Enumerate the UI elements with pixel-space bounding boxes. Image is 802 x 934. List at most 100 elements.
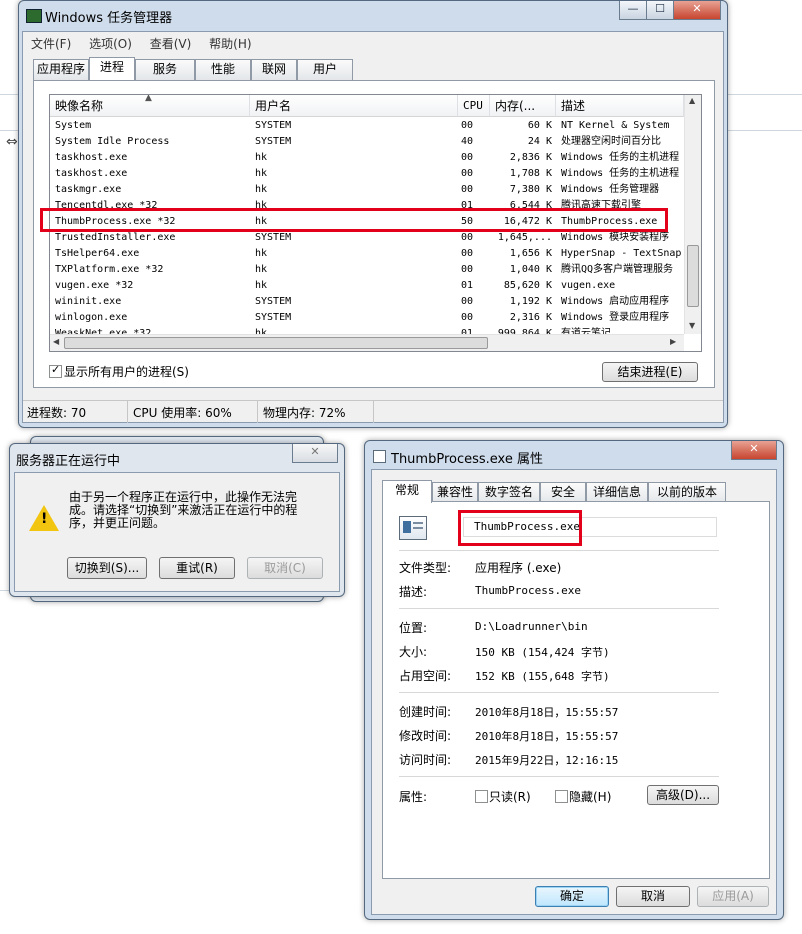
minimize-button[interactable]: — [619, 1, 647, 20]
process-name-cell: TrustedInstaller.exe [55, 232, 176, 243]
scroll-up-icon[interactable]: ▲ [689, 96, 695, 105]
retry-button[interactable]: 重试(R) [159, 557, 235, 579]
process-desc-cell: Windows 任务的主机进程 [561, 168, 680, 179]
switch-to-button[interactable]: 切换到(S)... [67, 557, 147, 579]
process-user-cell: hk [255, 280, 268, 291]
table-row[interactable]: vugen.exe *32 hk 01 85,620 K vugen.exe [50, 278, 684, 294]
scroll-thumb[interactable] [687, 245, 699, 307]
col-image-name[interactable]: 映像名称 ▲ [50, 95, 250, 117]
process-desc-cell: HyperSnap - TextSnap [561, 248, 682, 259]
process-cpu-cell: 01 [461, 280, 474, 291]
show-all-checkbox[interactable]: ✓ [49, 363, 62, 378]
tab-performance[interactable]: 性能 [195, 59, 251, 80]
separator [399, 776, 719, 777]
tab-security[interactable]: 安全 [540, 482, 586, 503]
table-row[interactable]: WeaskNet.exe *32 hk 01 999,864 K 有道云笔记 [50, 326, 684, 334]
process-cpu-cell: 01 [461, 328, 474, 334]
tab-users[interactable]: 用户 [297, 59, 353, 80]
resize-cursor-icon: ⇔ [6, 134, 18, 150]
hidden-checkbox[interactable] [555, 790, 568, 803]
process-desc-cell: vugen.exe [561, 280, 616, 291]
scroll-down-icon[interactable]: ▼ [689, 321, 695, 330]
menu-help[interactable]: 帮助(H) [209, 37, 251, 51]
status-bar: 进程数: 70 CPU 使用率: 60% 物理内存: 72% [23, 400, 723, 423]
table-row[interactable]: taskhost.exe hk 00 1,708 K Windows 任务的主机进程 [50, 166, 684, 182]
disk-size-label: 占用空间: [399, 669, 452, 683]
process-desc-cell: Windows 登录应用程序 [561, 312, 670, 323]
table-row[interactable]: wininit.exe SYSTEM 00 1,192 K Windows 启动应用程序 [50, 294, 684, 310]
menu-options[interactable]: 选项(O) [89, 37, 132, 51]
horizontal-scrollbar[interactable]: ◀ ▶ [50, 334, 684, 351]
process-user-cell: SYSTEM [255, 232, 292, 243]
server-busy-close-button[interactable]: ✕ [292, 444, 338, 463]
process-name-cell: taskhost.exe [55, 168, 128, 179]
end-process-button[interactable]: 结束进程(E) [602, 362, 698, 382]
processes-panel: 映像名称 ▲ 用户名 CPU 内存(... 描述 System SYSTEM 00 6… [33, 80, 715, 388]
properties-close-button[interactable]: ✕ [731, 441, 777, 460]
table-row[interactable]: TXPlatform.exe *32 hk 00 1,040 K 腾讯QQ多客户端管理服… [50, 262, 684, 278]
process-name-cell: winlogon.exe [55, 312, 128, 323]
process-cpu-cell: 00 [461, 296, 474, 307]
col-description[interactable]: 描述 [556, 95, 684, 117]
table-row[interactable]: TsHelper64.exe hk 00 1,656 K HyperSnap - Tex… [50, 246, 684, 262]
scroll-left-icon[interactable]: ◀ [53, 337, 59, 346]
menu-file[interactable]: 文件(F) [31, 37, 71, 51]
col-user-name[interactable]: 用户名 [250, 95, 458, 117]
advanced-button[interactable]: 高级(D)... [647, 785, 719, 805]
tab-networking[interactable]: 联网 [251, 59, 297, 80]
tab-compatibility[interactable]: 兼容性 [432, 482, 478, 503]
table-row[interactable]: System Idle Process SYSTEM 40 24 K 处理器空闲时间百分… [50, 134, 684, 150]
attributes-label: 属性: [399, 790, 428, 804]
tab-applications[interactable]: 应用程序 [33, 59, 89, 80]
process-desc-cell: Windows 模块安装程序 [561, 232, 670, 243]
table-row[interactable]: taskmgr.exe hk 00 7,380 K Windows 任务管理器 [50, 182, 684, 198]
show-all-label[interactable]: 显示所有用户的进程(S) [64, 363, 189, 380]
description-label: 描述: [399, 585, 428, 599]
tab-general[interactable]: 常规 [382, 480, 432, 503]
process-desc-cell: Windows 任务管理器 [561, 184, 660, 195]
table-row[interactable]: taskhost.exe hk 00 2,836 K Windows 任务的主机进程 [50, 150, 684, 166]
maximize-button[interactable]: ☐ [646, 1, 674, 20]
tab-previous-versions[interactable]: 以前的版本 [648, 482, 726, 503]
ok-button[interactable]: 确定 [535, 886, 609, 907]
process-desc-cell: Windows 启动应用程序 [561, 296, 670, 307]
app-icon [26, 9, 42, 23]
location-value: D:\Loadrunner\bin [475, 620, 588, 633]
process-user-cell: hk [255, 264, 268, 275]
process-cpu-cell: 00 [461, 312, 474, 323]
process-mem-cell: 60 K [527, 120, 552, 131]
process-name-cell: TXPlatform.exe *32 [55, 264, 164, 275]
tab-strip: 应用程序 进程 服务 性能 联网 用户 [33, 57, 713, 81]
col-memory[interactable]: 内存(... [490, 95, 556, 117]
process-user-cell: SYSTEM [255, 296, 292, 307]
vertical-scrollbar[interactable]: ▲ ▼ [684, 95, 701, 334]
server-busy-dialog: 服务器正在运行中 ✕ ! 由于另一个程序正在运行中，此操作无法完成。请选择“切换… [9, 443, 345, 597]
file-type-value: 应用程序 (.exe) [475, 561, 562, 575]
hscroll-thumb[interactable] [64, 337, 488, 349]
col-cpu[interactable]: CPU [458, 95, 490, 117]
process-cpu-cell: 00 [461, 248, 474, 259]
tab-services[interactable]: 服务 [135, 59, 195, 80]
cancel-button[interactable]: 取消 [616, 886, 690, 907]
location-label: 位置: [399, 621, 428, 635]
tab-digital-signature[interactable]: 数字签名 [478, 482, 540, 503]
hidden-label[interactable]: 隐藏(H) [569, 788, 611, 805]
process-cpu-cell: 00 [461, 232, 474, 243]
readonly-label[interactable]: 只读(R) [489, 788, 531, 805]
table-row[interactable]: winlogon.exe SYSTEM 00 2,316 K Windows 登录应用程… [50, 310, 684, 326]
scroll-right-icon[interactable]: ▶ [670, 337, 676, 346]
readonly-checkbox[interactable] [475, 790, 488, 803]
sort-arrow-icon: ▲ [145, 95, 152, 103]
process-mem-cell: 1,040 K [509, 264, 552, 275]
close-button[interactable]: ✕ [673, 1, 721, 20]
tab-details[interactable]: 详细信息 [586, 482, 648, 503]
table-row[interactable]: System SYSTEM 00 60 K NT Kernel & System [50, 118, 684, 134]
tab-processes[interactable]: 进程 [89, 57, 135, 80]
process-name-cell: taskmgr.exe [55, 184, 122, 195]
window-title: Windows 任务管理器 [45, 11, 173, 26]
table-row[interactable]: TrustedInstaller.exe SYSTEM 00 1,645,... Win… [50, 230, 684, 246]
menu-view[interactable]: 查看(V) [150, 37, 192, 51]
file-type-label: 文件类型: [399, 561, 452, 575]
process-name-cell: System [55, 120, 92, 131]
modified-label: 修改时间: [399, 729, 452, 743]
